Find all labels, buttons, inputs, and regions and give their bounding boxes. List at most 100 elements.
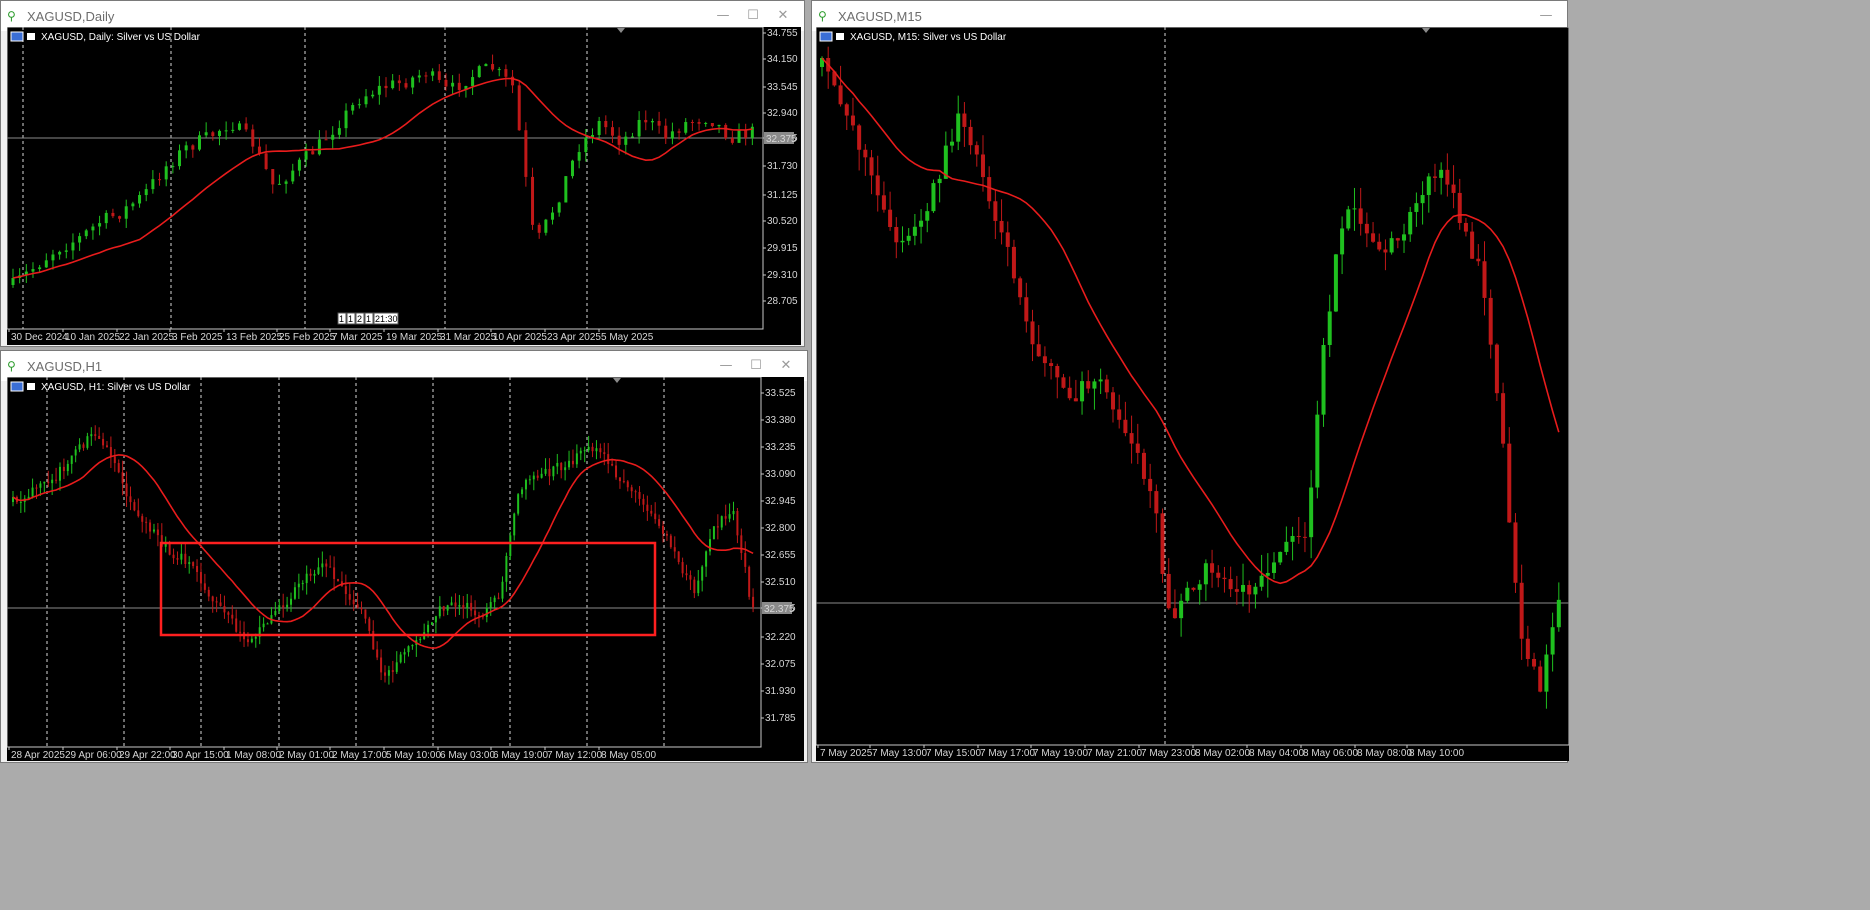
candle-body xyxy=(198,135,201,150)
candle-body xyxy=(937,178,942,184)
candle-body xyxy=(168,543,171,555)
candle-body xyxy=(188,562,191,565)
candle-body xyxy=(557,202,561,213)
candle-body xyxy=(869,157,874,176)
candle-body xyxy=(1358,208,1363,224)
candle-body xyxy=(1042,356,1047,364)
candle-body xyxy=(894,226,899,243)
candle-body xyxy=(313,573,316,576)
minimize-button[interactable]: — xyxy=(1531,7,1561,25)
candle-body xyxy=(133,502,136,511)
candle-body xyxy=(704,123,708,125)
candle-body xyxy=(43,481,46,484)
candle-body xyxy=(411,644,414,647)
candle-body xyxy=(477,66,481,78)
candle-body xyxy=(337,579,340,582)
candle-body xyxy=(900,240,905,243)
candle-body xyxy=(524,130,528,177)
candle-body xyxy=(317,567,320,574)
candle-body xyxy=(442,606,445,611)
candle-body xyxy=(419,639,422,641)
candle-body xyxy=(748,566,751,597)
candle-body xyxy=(863,149,868,158)
candle-body xyxy=(1389,238,1394,253)
candle-body xyxy=(618,477,621,482)
plot-frame xyxy=(7,377,762,748)
candle-body xyxy=(1532,658,1537,667)
current-price-label: 32.375 xyxy=(766,134,797,145)
chart-m15[interactable]: 7 May 2025 7 May 13:00 7 May 15:00 7 May 17… xyxy=(816,27,1569,761)
candle-body xyxy=(125,483,128,497)
candle-body xyxy=(104,212,108,224)
date-label: 3 Feb 2025 xyxy=(172,332,223,343)
candle-body xyxy=(1519,582,1524,639)
candle-body xyxy=(1203,563,1208,585)
price-label: 32.510 xyxy=(765,577,796,588)
candle-body xyxy=(697,580,700,594)
candle-body xyxy=(231,614,234,619)
date-label: 7 May 2025 xyxy=(820,748,873,759)
date-label: 2 May 01:00 xyxy=(279,750,334,761)
date-label: 7 May 21:00 xyxy=(1087,748,1142,759)
candle-body xyxy=(485,607,488,618)
candle-body xyxy=(377,85,381,95)
candle-body xyxy=(141,516,144,522)
moving-average-line xyxy=(821,57,1560,585)
candle-body xyxy=(1296,535,1301,537)
candle-body xyxy=(1024,297,1029,322)
maximize-button[interactable]: ☐ xyxy=(741,357,771,375)
candle-body xyxy=(235,618,238,632)
candle-body xyxy=(1160,513,1165,574)
candle-body xyxy=(509,535,512,556)
price-label: 33.380 xyxy=(765,415,796,426)
minimize-button[interactable]: — xyxy=(708,7,738,25)
candle-body xyxy=(244,123,248,130)
candle-body xyxy=(333,567,336,580)
candle-body xyxy=(888,209,893,227)
candle-body xyxy=(662,525,665,534)
candle-body xyxy=(544,219,548,233)
chart-h1[interactable]: 33.525 33.380 33.235 33.090 32.945 32.800 32.6… xyxy=(7,377,804,761)
candle-body xyxy=(250,638,253,643)
candle-body xyxy=(178,150,182,167)
date-label: 1 May 08:00 xyxy=(226,750,281,761)
candle-body xyxy=(690,122,694,124)
candle-body xyxy=(875,175,880,196)
candle-body xyxy=(1414,203,1419,212)
cursor-readout-value: 1 xyxy=(339,314,344,324)
candle-body xyxy=(528,479,531,481)
window-title-m15: XAGUSD,M15 xyxy=(838,8,922,24)
candle-body xyxy=(744,553,747,567)
candle-body xyxy=(144,189,148,196)
chart-icon: ⚲ xyxy=(7,359,16,373)
close-button[interactable]: ✕ xyxy=(771,357,801,375)
date-label: 8 May 02:00 xyxy=(1195,748,1250,759)
chart-daily[interactable]: 34.755 34.150 33.545 32.940 32.375 31.730 31.1… xyxy=(7,27,801,345)
maximize-button[interactable]: ☐ xyxy=(738,7,768,25)
candle-body xyxy=(610,127,614,136)
candle-body xyxy=(1185,587,1190,601)
candle-body xyxy=(176,558,179,560)
chart-symbol-label: XAGUSD, H1: Silver vs US Dollar xyxy=(41,382,191,393)
candle-body xyxy=(129,496,132,503)
candle-body xyxy=(39,483,42,488)
candle-body xyxy=(466,602,469,609)
candle-body xyxy=(551,212,555,220)
cursor-readout-value: 1 xyxy=(366,314,371,324)
candle-body xyxy=(701,566,704,581)
price-label: 33.545 xyxy=(767,82,798,93)
close-button[interactable]: ✕ xyxy=(768,7,798,25)
candle-body xyxy=(540,473,543,478)
minimize-button[interactable]: — xyxy=(711,357,741,375)
candle-body xyxy=(474,610,477,616)
candle-body xyxy=(282,605,285,608)
candle-body xyxy=(84,230,88,237)
candle-body xyxy=(684,122,688,133)
candle-body xyxy=(246,639,249,643)
candle-body xyxy=(638,491,641,499)
candle-body xyxy=(371,94,375,97)
candle-body xyxy=(577,152,581,161)
candle-body xyxy=(297,583,300,588)
candle-body xyxy=(180,553,183,560)
candle-body xyxy=(38,267,42,270)
